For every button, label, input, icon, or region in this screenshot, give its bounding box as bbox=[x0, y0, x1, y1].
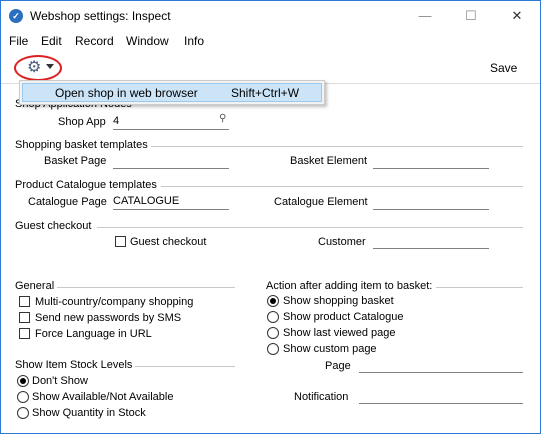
general-checkbox[interactable] bbox=[19, 296, 30, 307]
menu-item-label: Open shop in web browser bbox=[55, 86, 198, 100]
section-title-general: General bbox=[15, 280, 55, 292]
menu-item-shortcut: Shift+Ctrl+W bbox=[231, 86, 300, 100]
after-add-option-label: Show last viewed page bbox=[283, 327, 396, 339]
guest-checkout-checkbox[interactable] bbox=[115, 236, 126, 247]
menu-file[interactable]: File bbox=[9, 34, 28, 48]
notification-field[interactable] bbox=[359, 389, 523, 404]
menu-edit[interactable]: Edit bbox=[41, 34, 62, 48]
gear-icon: ⚙ bbox=[27, 59, 42, 76]
catalogue-page-label: Catalogue Page bbox=[28, 196, 107, 208]
stock-option-label: Show Quantity in Stock bbox=[32, 407, 146, 419]
maximize-button[interactable]: ☐ bbox=[448, 1, 494, 31]
stock-radio[interactable] bbox=[17, 407, 29, 419]
divider bbox=[151, 146, 523, 147]
divider bbox=[97, 227, 523, 228]
menu-info[interactable]: Info bbox=[184, 34, 204, 48]
general-checkbox[interactable] bbox=[19, 328, 30, 339]
basket-element-label: Basket Element bbox=[290, 155, 368, 167]
customer-field[interactable] bbox=[373, 234, 489, 249]
form-content: Shop Application Nodes Shop App 4 ⚲ Shop… bbox=[1, 84, 540, 433]
divider bbox=[436, 287, 523, 288]
after-add-radio[interactable] bbox=[267, 327, 279, 339]
after-add-option-label: Show custom page bbox=[283, 343, 377, 355]
shop-app-label: Shop App bbox=[58, 116, 106, 128]
page-label: Page bbox=[325, 360, 351, 372]
section-title-after-add: Action after adding item to basket: bbox=[266, 280, 433, 292]
section-title-stock: Show Item Stock Levels bbox=[15, 359, 133, 371]
basket-element-field[interactable] bbox=[373, 154, 489, 169]
save-button[interactable]: Save bbox=[490, 61, 517, 75]
divider bbox=[161, 186, 523, 187]
general-option-label: Send new passwords by SMS bbox=[35, 312, 182, 324]
stock-radio[interactable] bbox=[17, 391, 29, 403]
section-title-guest: Guest checkout bbox=[15, 220, 92, 232]
catalogue-element-field[interactable] bbox=[373, 195, 489, 210]
title-bar: ✓ Webshop settings: Inspect — ☐ ✕ bbox=[1, 1, 540, 31]
general-option-label: Multi-country/company shopping bbox=[35, 296, 194, 308]
operations-menu-button[interactable]: ⚙ bbox=[14, 55, 62, 81]
basket-page-field[interactable] bbox=[113, 154, 229, 169]
section-title-catalogue: Product Catalogue templates bbox=[15, 179, 157, 191]
general-option-label: Force Language in URL bbox=[35, 328, 152, 340]
minimize-button[interactable]: — bbox=[402, 1, 448, 31]
operations-dropdown: Open shop in web browser Shift+Ctrl+W bbox=[19, 80, 325, 105]
stock-option-label: Show Available/Not Available bbox=[32, 391, 174, 403]
settings-window: ✓ Webshop settings: Inspect — ☐ ✕ File E… bbox=[0, 0, 541, 434]
window-title: Webshop settings: Inspect bbox=[30, 9, 171, 23]
search-icon[interactable]: ⚲ bbox=[219, 113, 226, 124]
close-button[interactable]: ✕ bbox=[494, 1, 540, 31]
stock-option-label: Don't Show bbox=[32, 375, 88, 387]
divider bbox=[135, 366, 235, 367]
basket-page-label: Basket Page bbox=[44, 155, 107, 167]
divider bbox=[57, 287, 235, 288]
stock-radio[interactable] bbox=[17, 375, 29, 387]
open-shop-menu-item[interactable]: Open shop in web browser Shift+Ctrl+W bbox=[22, 83, 322, 102]
menu-bar: File Edit Record Window Info bbox=[1, 31, 540, 51]
customer-label: Customer bbox=[318, 236, 366, 248]
after-add-radio[interactable] bbox=[267, 343, 279, 355]
guest-checkout-label: Guest checkout bbox=[130, 236, 207, 248]
after-add-option-label: Show product Catalogue bbox=[283, 311, 404, 323]
catalogue-element-label: Catalogue Element bbox=[274, 196, 368, 208]
shop-app-field[interactable]: 4 bbox=[113, 115, 229, 130]
page-field[interactable] bbox=[359, 358, 523, 373]
after-add-option-label: Show shopping basket bbox=[283, 295, 394, 307]
general-checkbox[interactable] bbox=[19, 312, 30, 323]
app-icon: ✓ bbox=[9, 9, 23, 23]
after-add-radio[interactable] bbox=[267, 311, 279, 323]
chevron-down-icon bbox=[46, 64, 54, 69]
menu-record[interactable]: Record bbox=[75, 34, 114, 48]
catalogue-page-field[interactable]: CATALOGUE bbox=[113, 195, 229, 210]
notification-label: Notification bbox=[294, 391, 349, 403]
section-title-basket: Shopping basket templates bbox=[15, 139, 148, 151]
menu-window[interactable]: Window bbox=[126, 34, 169, 48]
after-add-radio[interactable] bbox=[267, 295, 279, 307]
